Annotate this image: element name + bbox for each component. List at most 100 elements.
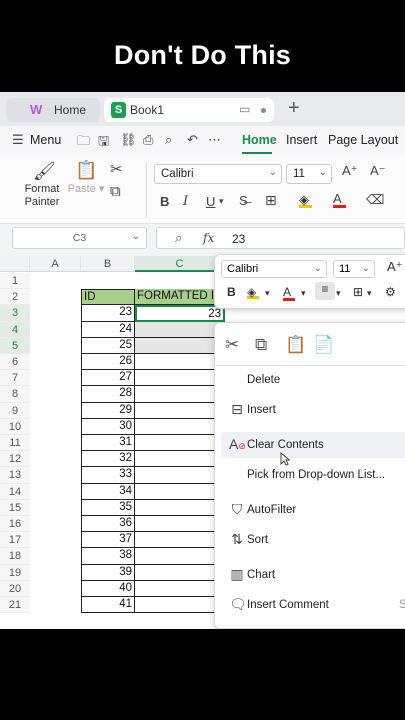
menu-item-pick-dropdown[interactable]: Pick from Drop-down List...	[221, 462, 405, 488]
tab-home-ribbon[interactable]: Home	[242, 133, 277, 147]
chevron-down-icon[interactable]: ▾	[265, 288, 270, 299]
strikethrough-icon[interactable]: S̶	[239, 193, 248, 208]
cell-id[interactable]: 39	[81, 564, 135, 581]
row-header[interactable]: 1	[0, 273, 30, 290]
cell-formatted-id[interactable]	[135, 467, 225, 484]
row-header[interactable]: 12	[0, 451, 30, 468]
menu-button[interactable]: Menu	[30, 133, 61, 147]
italic-icon[interactable]: I	[183, 194, 188, 209]
cell-formatted-id[interactable]	[135, 580, 225, 597]
paste-special-icon[interactable]: 📄	[313, 335, 334, 355]
row-header[interactable]: 10	[0, 418, 30, 435]
eraser-icon[interactable]: ⌫	[366, 192, 384, 208]
border-icon[interactable]: ⊞	[265, 192, 277, 209]
border-icon[interactable]: ⊞	[353, 285, 363, 299]
cell-id[interactable]: 25	[81, 337, 135, 354]
cell-formatted-id[interactable]	[135, 532, 225, 549]
row-header[interactable]: 18	[0, 548, 30, 565]
chevron-down-icon[interactable]: ▾	[301, 288, 306, 299]
cell-formatted-id[interactable]	[135, 548, 225, 565]
format-painter-button[interactable]: Format Painter	[20, 183, 64, 209]
row-header[interactable]: 5	[0, 337, 30, 354]
decrease-font-icon[interactable]: A⁻	[370, 163, 386, 179]
row-header[interactable]: 19	[0, 564, 30, 581]
row-header[interactable]: 17	[0, 532, 30, 549]
print-preview-icon[interactable]: ⌕	[165, 132, 172, 148]
row-header[interactable]: 14	[0, 483, 30, 500]
fill-color-icon[interactable]: ◈	[299, 192, 312, 208]
cell-formatted-id[interactable]	[135, 451, 225, 468]
tab-book1[interactable]: S Book1 ▭	[104, 98, 274, 122]
print-icon[interactable]: ⎙	[143, 132, 153, 148]
copy-icon[interactable]: ⧉	[255, 335, 267, 355]
cell-id[interactable]: 34	[81, 483, 135, 500]
menu-item-sort[interactable]: ⇅ Sort	[221, 527, 405, 553]
font-size-select[interactable]: 11 ⌄	[286, 164, 332, 184]
undo-icon[interactable]: ↶	[187, 132, 198, 148]
mini-font-size-select[interactable]: 11 ⌄	[333, 260, 375, 278]
cell-formatted-id[interactable]	[135, 386, 225, 403]
new-tab-button[interactable]: +	[288, 97, 300, 119]
bold-icon[interactable]: B	[160, 194, 169, 209]
copy-icon[interactable]: ⧉	[110, 183, 121, 200]
row-header[interactable]: 21	[0, 597, 30, 614]
row-header[interactable]: 3	[0, 305, 30, 322]
cell-formatted-id[interactable]	[135, 370, 225, 387]
paste-icon[interactable]: 📋	[75, 160, 97, 181]
cell-id[interactable]: 35	[81, 499, 135, 516]
paste-icon[interactable]: 📋	[285, 335, 306, 355]
row-header[interactable]: 20	[0, 580, 30, 597]
row-header[interactable]: 7	[0, 370, 30, 387]
cell-formatted-id[interactable]	[135, 402, 225, 419]
row-header[interactable]: 15	[0, 499, 30, 516]
row-header[interactable]: 16	[0, 516, 30, 533]
name-box[interactable]: C3 ⌄	[12, 227, 147, 249]
cell-formatted-id[interactable]	[135, 564, 225, 581]
select-all-corner[interactable]	[0, 256, 30, 272]
bold-icon[interactable]: B	[227, 285, 236, 299]
row-header[interactable]: 13	[0, 467, 30, 484]
cell-formatted-id[interactable]	[135, 597, 225, 614]
cell-formatted-id[interactable]: 23	[135, 305, 225, 322]
column-header-b[interactable]: B	[81, 256, 135, 272]
cell-id[interactable]: 41	[81, 597, 135, 614]
paste-button[interactable]: Paste ▾	[66, 183, 106, 196]
cell-formatted-id[interactable]: 2	[135, 321, 225, 338]
chevron-down-icon[interactable]: ▾	[367, 288, 372, 299]
cell-formatted-id[interactable]	[135, 483, 225, 500]
tab-insert[interactable]: Insert	[286, 133, 317, 147]
menu-item-insert[interactable]: ⊟ Insert	[221, 397, 405, 423]
cell-formatted-id[interactable]	[135, 418, 225, 435]
tab-page-layout[interactable]: Page Layout	[328, 133, 398, 147]
format-icon[interactable]: ⚙	[385, 285, 396, 299]
cell-formatted-id[interactable]	[135, 354, 225, 371]
format-painter-icon[interactable]: 🖌	[33, 161, 56, 182]
font-color-icon[interactable]: A	[283, 285, 295, 301]
cell-id[interactable]: 37	[81, 532, 135, 549]
search-icon[interactable]: ⌕	[175, 230, 182, 246]
link-icon[interactable]: ⛓	[120, 132, 137, 148]
row-header[interactable]: 4	[0, 321, 30, 338]
cell-id[interactable]: 26	[81, 354, 135, 371]
cell-id[interactable]: 36	[81, 516, 135, 533]
cell-formatted-id[interactable]	[135, 516, 225, 533]
font-color-icon[interactable]: A	[333, 191, 346, 208]
menu-item-clear-contents[interactable]: A⊘ Clear Contents	[221, 432, 405, 458]
align-center-icon[interactable]: ≡	[315, 282, 335, 300]
header-cell-id[interactable]: ID	[81, 289, 135, 306]
formula-input[interactable]: ⌕ fx 23	[156, 227, 405, 249]
increase-font-icon[interactable]: A⁺	[387, 259, 403, 275]
row-header[interactable]: 2	[0, 289, 30, 306]
header-cell-formatted-id[interactable]: FORMATTED ID	[135, 289, 225, 306]
cell-id[interactable]: 31	[81, 435, 135, 452]
fx-icon[interactable]: fx	[203, 231, 214, 245]
cell-id[interactable]: 29	[81, 402, 135, 419]
mini-font-name-select[interactable]: Calibri ⌄	[221, 260, 327, 278]
column-header-c[interactable]: C	[135, 256, 225, 272]
cell-id[interactable]: 30	[81, 418, 135, 435]
menu-icon[interactable]: ☰	[12, 132, 24, 148]
menu-item-autofilter[interactable]: ⛉ AutoFilter	[221, 497, 405, 523]
row-header[interactable]: 9	[0, 402, 30, 419]
chevron-down-icon[interactable]: ▾	[219, 196, 224, 207]
cell-id[interactable]: 28	[81, 386, 135, 403]
